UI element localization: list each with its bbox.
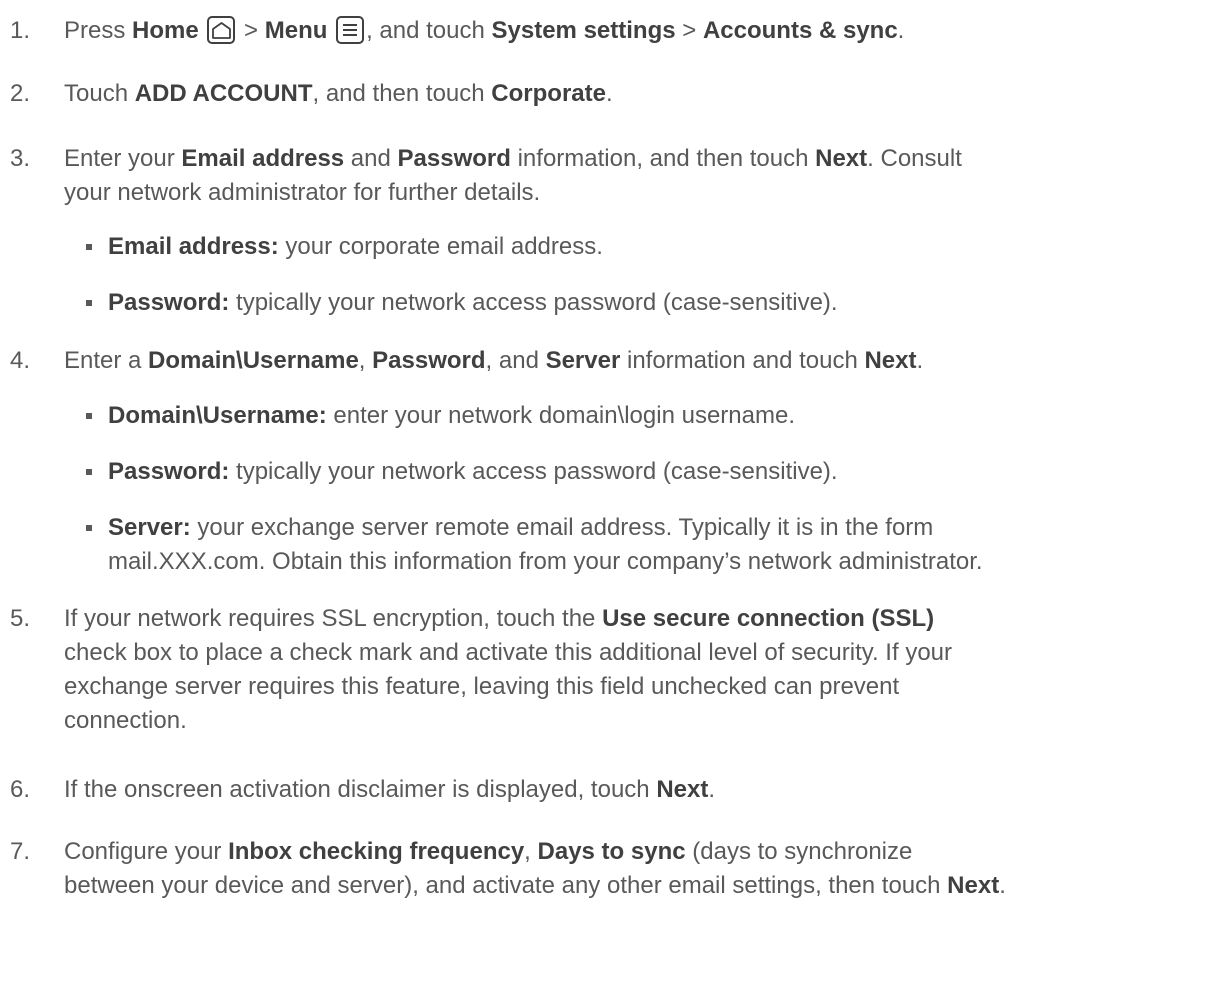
bullet-marker: [86, 469, 92, 475]
step-number: 3.: [10, 145, 31, 172]
bullet-marker: [86, 244, 92, 250]
bullet-marker: [86, 413, 92, 419]
step-number: 1.: [10, 17, 31, 44]
bullet-marker: [86, 300, 92, 306]
step-text: Press Home > Menu , and touch System set…: [64, 16, 905, 44]
step-text: If the onscreen activation disclaimer is…: [64, 776, 716, 803]
step-text: Enter your Email address and Password in…: [64, 145, 962, 172]
step-text-continued: between your device and server), and act…: [64, 872, 1006, 899]
step-text: Touch ADD ACCOUNT, and then touch Corpor…: [64, 80, 613, 107]
bullet-marker: [86, 525, 92, 531]
step-text: Enter a Domain\Username, Password, and S…: [64, 347, 924, 374]
step-number: 2.: [10, 80, 31, 107]
step-number: 4.: [10, 347, 31, 374]
home-icon: [207, 16, 236, 44]
step-number: 5.: [10, 605, 31, 632]
step-text: Configure your Inbox checking frequency,…: [64, 838, 913, 865]
step-number: 6.: [10, 776, 31, 803]
step-number: 7.: [10, 838, 31, 865]
step-text-continued: your network administrator for further d…: [64, 179, 541, 206]
menu-icon: [336, 16, 365, 44]
step-text: If your network requires SSL encryption,…: [64, 605, 935, 632]
